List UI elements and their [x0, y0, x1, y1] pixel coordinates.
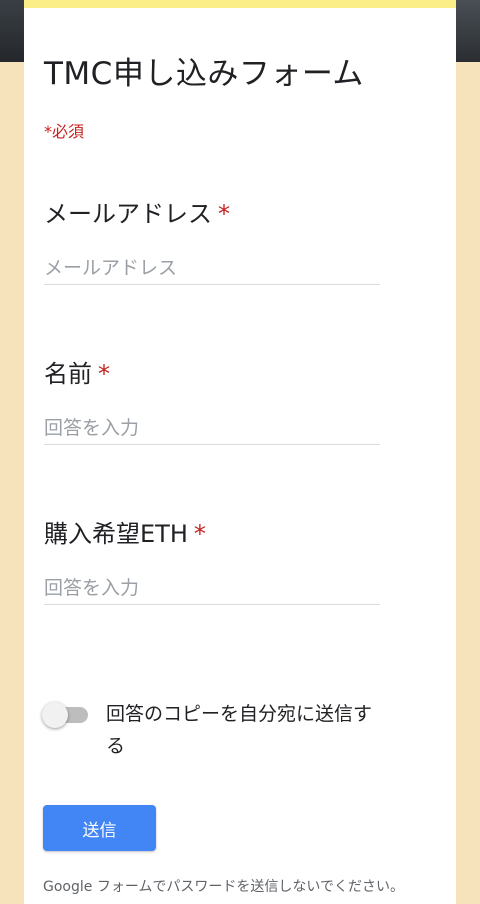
question-label: メールアドレス * [44, 194, 380, 229]
required-star: * [193, 520, 206, 548]
required-note: *必須 [44, 122, 85, 141]
question-label: 購入希望ETH * [44, 514, 380, 549]
form-title: TMC申し込みフォーム [44, 56, 364, 92]
question-label-text: 名前 [44, 360, 92, 388]
toggle-knob [42, 702, 68, 728]
eth-amount-input[interactable] [44, 571, 380, 605]
name-input[interactable] [44, 411, 380, 445]
required-star: * [98, 360, 110, 388]
send-copy-row: 回答のコピーを自分宛に送信する [42, 698, 392, 762]
question-label-text: 購入希望ETH [44, 520, 188, 548]
send-copy-toggle[interactable] [42, 701, 90, 728]
form-card [24, 0, 456, 904]
question-name: 名前 * [44, 354, 380, 445]
password-warning: Google フォームでパスワードを送信しないでください。 [43, 879, 403, 895]
banner-image-right [456, 0, 480, 62]
submit-button[interactable]: 送信 [43, 805, 156, 851]
question-label-text: メールアドレス [44, 200, 212, 228]
question-email: メールアドレス * [44, 194, 380, 285]
required-star: * [218, 200, 230, 228]
question-eth-amount: 購入希望ETH * [44, 514, 380, 605]
send-copy-label: 回答のコピーを自分宛に送信する [106, 703, 373, 757]
email-input[interactable] [44, 251, 380, 285]
question-label: 名前 * [44, 354, 380, 389]
banner-image-left [0, 0, 24, 62]
